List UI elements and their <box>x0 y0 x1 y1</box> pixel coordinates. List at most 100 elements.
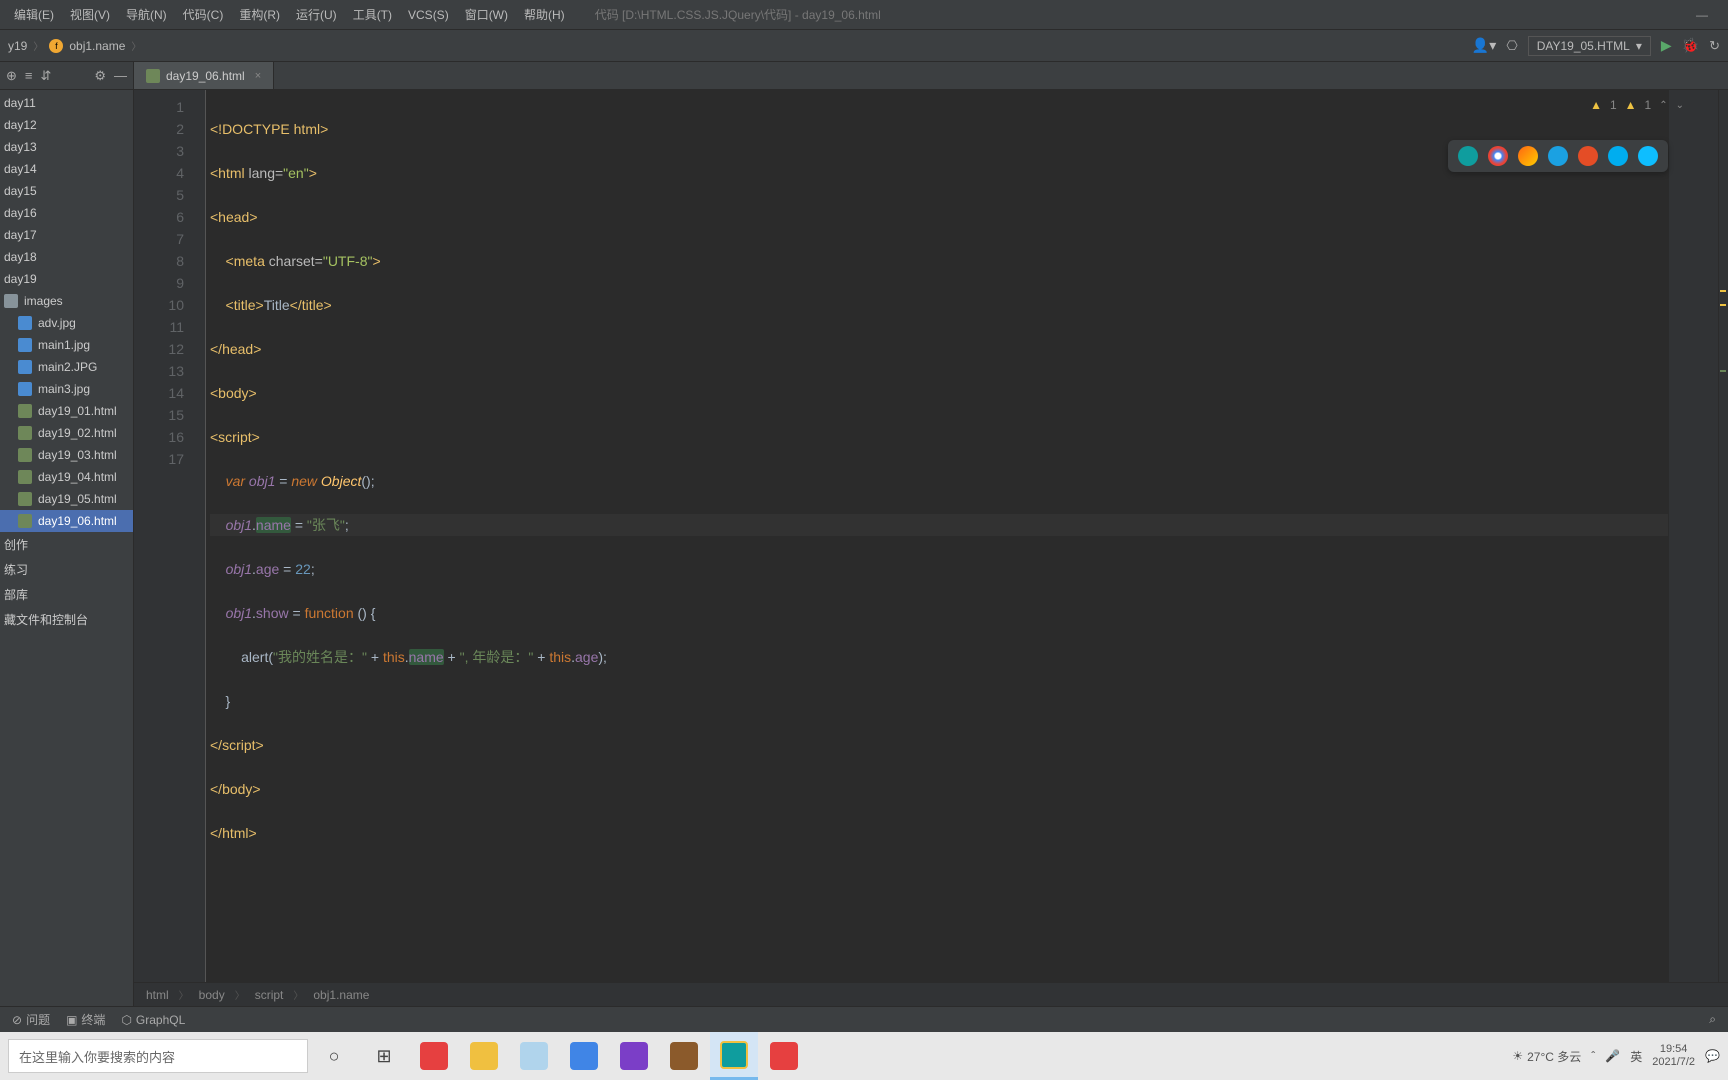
terminal-tool[interactable]: ▣终端 <box>66 1011 105 1028</box>
tree-file[interactable]: day19_05.html <box>0 488 133 510</box>
window-title: 代码 [D:\HTML.CSS.JS.JQuery\代码] - day19_06… <box>595 6 881 23</box>
stop-icon[interactable]: ↻ <box>1709 38 1720 54</box>
tree-folder[interactable]: day16 <box>0 202 133 224</box>
problems-tool[interactable]: ⊘问题 <box>12 1011 50 1028</box>
structure-breadcrumb[interactable]: html〉 body〉 script〉 obj1.name <box>134 982 1728 1006</box>
tree-image[interactable]: main3.jpg <box>0 378 133 400</box>
edge-icon[interactable] <box>1638 146 1658 166</box>
menu-code[interactable]: 代码(C) <box>177 4 230 25</box>
tree-folder[interactable]: day11 <box>0 92 133 114</box>
webstorm-icon[interactable] <box>1458 146 1478 166</box>
tray-chevron-icon[interactable]: ˆ <box>1591 1049 1595 1063</box>
bc-item[interactable]: obj1.name <box>313 988 369 1002</box>
inspection-badges[interactable]: ▲1 ▲1 ⌃ ⌄ <box>1590 98 1684 112</box>
tree-folder[interactable]: day17 <box>0 224 133 246</box>
ie-icon[interactable] <box>1608 146 1628 166</box>
chevron-down-icon[interactable]: ⌄ <box>1676 100 1684 111</box>
editor-tab[interactable]: day19_06.html × <box>134 62 274 89</box>
graphql-tool[interactable]: ⬡GraphQL <box>121 1013 185 1027</box>
run-config-selector[interactable]: DAY19_05.HTML ▾ <box>1528 36 1651 56</box>
run-icon[interactable]: ▶ <box>1661 37 1672 54</box>
kugou-icon[interactable] <box>410 1032 458 1080</box>
terminal-icon: ▣ <box>66 1013 77 1027</box>
menu-navigate[interactable]: 导航(N) <box>120 4 173 25</box>
tree-image[interactable]: adv.jpg <box>0 312 133 334</box>
mail-icon[interactable] <box>510 1032 558 1080</box>
webstorm-taskbar-icon[interactable] <box>710 1032 758 1080</box>
gear-icon[interactable]: ⚙ <box>94 68 106 84</box>
bc-item[interactable]: html <box>146 988 169 1002</box>
tree-scratch[interactable]: 创作 <box>0 532 133 557</box>
tree-file-selected[interactable]: day19_06.html <box>0 510 133 532</box>
hide-icon[interactable]: — <box>114 68 127 83</box>
bc-item[interactable]: body <box>199 988 225 1002</box>
tree-file[interactable]: day19_04.html <box>0 466 133 488</box>
tree-file[interactable]: day19_01.html <box>0 400 133 422</box>
ok-marker[interactable] <box>1720 370 1726 372</box>
menu-vcs[interactable]: VCS(S) <box>402 6 455 24</box>
project-breadcrumb[interactable]: y19 〉 f obj1.name 〉 <box>8 38 145 53</box>
collapse-icon[interactable]: ⇵ <box>41 68 52 84</box>
menu-edit[interactable]: 编辑(E) <box>8 4 60 25</box>
warning-icon: ▲ <box>1625 98 1637 112</box>
chevron-up-icon[interactable]: ⌃ <box>1659 100 1667 111</box>
bc-item[interactable]: script <box>255 988 284 1002</box>
weather-widget[interactable]: ☀ 27°C 多云 <box>1512 1048 1581 1065</box>
menu-tools[interactable]: 工具(T) <box>347 4 398 25</box>
breadcrumb-member[interactable]: obj1.name <box>69 39 125 53</box>
debug-icon[interactable]: 🐞 <box>1682 37 1699 54</box>
build-icon[interactable]: ⎔ <box>1506 38 1517 54</box>
tree-folder[interactable]: day18 <box>0 246 133 268</box>
youdao-icon[interactable] <box>760 1032 808 1080</box>
tree-image[interactable]: main1.jpg <box>0 334 133 356</box>
tree-folder-images[interactable]: images <box>0 290 133 312</box>
explorer-icon[interactable] <box>460 1032 508 1080</box>
firefox-icon[interactable] <box>1518 146 1538 166</box>
safari-icon[interactable] <box>1548 146 1568 166</box>
edge-icon[interactable] <box>560 1032 608 1080</box>
tree-file[interactable]: day19_02.html <box>0 422 133 444</box>
user-icon[interactable]: 👤▾ <box>1472 37 1496 54</box>
windows-search-input[interactable]: 在这里输入你要搜索的内容 <box>8 1039 308 1073</box>
microphone-icon[interactable]: 🎤 <box>1605 1049 1620 1063</box>
close-icon[interactable]: × <box>255 70 261 82</box>
breadcrumb-folder[interactable]: y19 <box>8 39 27 53</box>
image-icon <box>18 382 32 396</box>
menu-refactor[interactable]: 重构(R) <box>233 4 286 25</box>
marker-stripe[interactable] <box>1718 90 1728 982</box>
code-content[interactable]: <!DOCTYPE html> <html lang="en"> <head> … <box>206 90 1668 982</box>
search-icon[interactable]: ⌕ <box>1709 1012 1716 1027</box>
menu-help[interactable]: 帮助(H) <box>518 4 571 25</box>
tree-image[interactable]: main2.JPG <box>0 356 133 378</box>
tree-folder[interactable]: day13 <box>0 136 133 158</box>
tree-scratch[interactable]: 部库 <box>0 582 133 607</box>
visual-studio-icon[interactable] <box>610 1032 658 1080</box>
menu-view[interactable]: 视图(V) <box>64 4 116 25</box>
code-editor[interactable]: 1 2 3 4 5 6 7 8 9 10 11 12 13 14 15 16 1… <box>134 90 1728 982</box>
chrome-icon[interactable] <box>1488 146 1508 166</box>
expand-icon[interactable]: ≡ <box>25 68 33 83</box>
intellij-icon[interactable] <box>660 1032 708 1080</box>
tree-scratch[interactable]: 练习 <box>0 557 133 582</box>
cortana-icon[interactable]: ○ <box>310 1032 358 1080</box>
minimap[interactable] <box>1668 90 1718 982</box>
notifications-icon[interactable]: 💬 <box>1705 1049 1720 1063</box>
tree-folder[interactable]: day19 <box>0 268 133 290</box>
warning-marker[interactable] <box>1720 304 1726 306</box>
task-view-icon[interactable]: ⊞ <box>360 1032 408 1080</box>
target-icon[interactable]: ⊕ <box>6 68 17 84</box>
minimize-icon[interactable]: — <box>1684 4 1720 26</box>
tree-folder[interactable]: day14 <box>0 158 133 180</box>
tree-file[interactable]: day19_03.html <box>0 444 133 466</box>
opera-icon[interactable] <box>1578 146 1598 166</box>
tree-scratch[interactable]: 藏文件和控制台 <box>0 607 133 632</box>
clock[interactable]: 19:54 2021/7/2 <box>1652 1043 1695 1069</box>
ime-indicator[interactable]: 英 <box>1630 1048 1642 1065</box>
project-tree[interactable]: day11 day12 day13 day14 day15 day16 day1… <box>0 90 133 632</box>
tree-folder[interactable]: day15 <box>0 180 133 202</box>
tree-folder[interactable]: day12 <box>0 114 133 136</box>
menu-run[interactable]: 运行(U) <box>290 4 343 25</box>
fold-gutter[interactable] <box>194 90 206 982</box>
warning-marker[interactable] <box>1720 290 1726 292</box>
menu-window[interactable]: 窗口(W) <box>459 4 514 25</box>
